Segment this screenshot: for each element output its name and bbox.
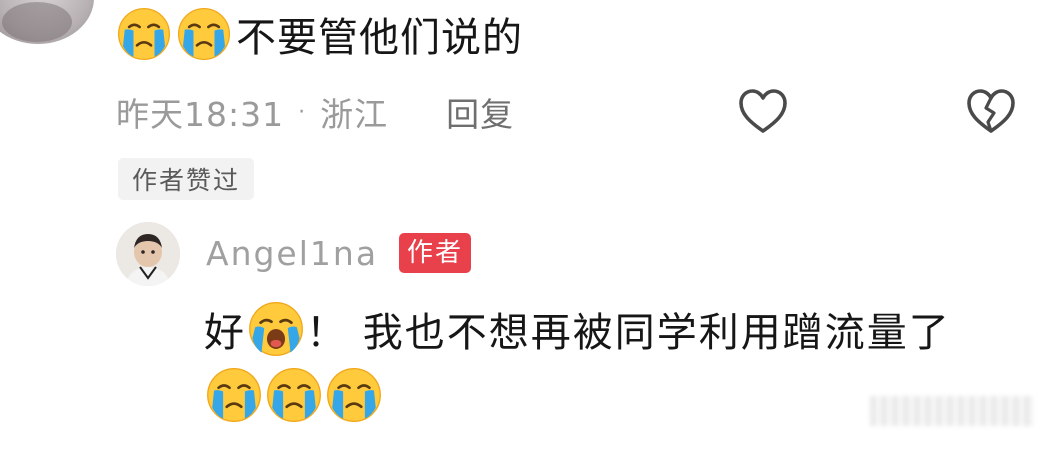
broken-heart-icon[interactable] (964, 86, 1018, 136)
blurred-watermark (870, 396, 1034, 426)
loudly-crying-face-icon (205, 366, 263, 424)
reply-avatar[interactable] (116, 222, 180, 286)
comment-text: 不要管他们说的 (236, 15, 523, 61)
author-liked-label: 作者赞过 (132, 166, 241, 195)
author-tag-badge: 作者 (399, 233, 472, 273)
comment-text-row: 不要管他们说的 (116, 6, 523, 62)
comment-meta: 昨天18:31 · 浙江 回复 (116, 84, 514, 140)
meta-separator: · (298, 99, 307, 125)
comment-time: 昨天18:31 (116, 95, 285, 134)
author-liked-badge: 作者赞过 (118, 158, 255, 200)
loudly-crying-face-icon (116, 6, 172, 62)
reply-text-rest: ！ 我也不想再被同学利用蹭流量了 (306, 310, 951, 356)
loudly-crying-face-icon (325, 366, 383, 424)
loudly-crying-face-icon (176, 6, 232, 62)
sobbing-face-icon (247, 300, 305, 358)
reply-text-start: 好 (204, 310, 246, 356)
like-heart-icon[interactable] (736, 86, 790, 136)
comment-location: 浙江 (320, 95, 389, 134)
reply-button[interactable]: 回复 (446, 88, 514, 136)
commenter-avatar[interactable] (0, 0, 94, 44)
reply-username[interactable]: Angel1na (206, 232, 378, 276)
loudly-crying-face-icon (265, 366, 323, 424)
